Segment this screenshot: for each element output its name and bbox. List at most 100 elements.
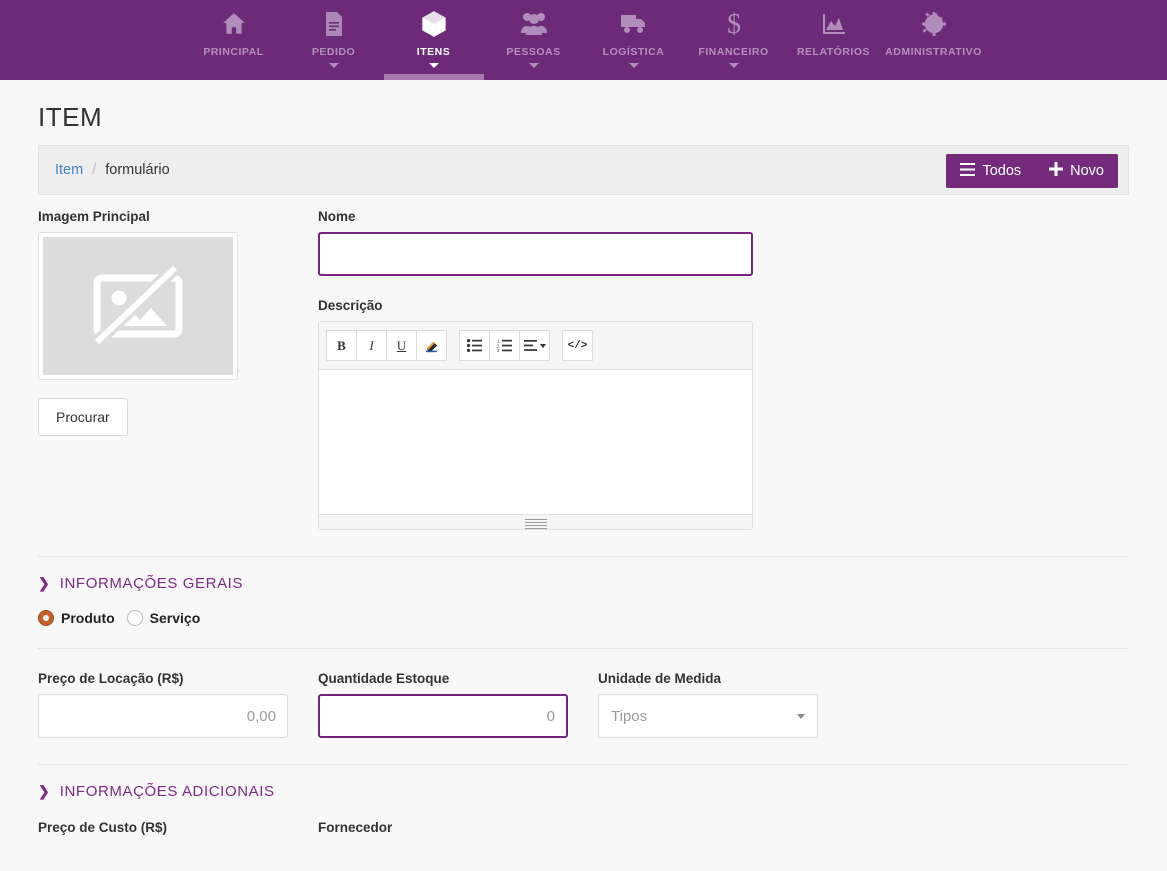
todos-button-label: Todos xyxy=(982,163,1022,179)
descricao-label: Descrição xyxy=(318,298,383,313)
preco-locacao-label: Preço de Locação (R$) xyxy=(38,671,184,686)
unidade-medida-label: Unidade de Medida xyxy=(598,671,722,686)
svg-text:3: 3 xyxy=(497,348,500,352)
adicionais-fields-row: Preço de Custo (R$) Fornecedor xyxy=(38,820,1129,843)
radio-servico-label: Serviço xyxy=(149,610,201,626)
editor-text-style-group: B I U xyxy=(326,330,447,361)
ordered-list-icon[interactable]: 123 xyxy=(489,330,520,361)
eraser-icon[interactable] xyxy=(416,330,447,361)
quantidade-estoque-input[interactable] xyxy=(318,694,568,738)
quantidade-estoque-label: Quantidade Estoque xyxy=(318,671,450,686)
align-icon[interactable] xyxy=(519,330,550,361)
nav-label-logistica: LOGÍSTICA xyxy=(602,46,665,58)
todos-button[interactable]: Todos xyxy=(946,154,1036,188)
unordered-list-icon[interactable] xyxy=(459,330,490,361)
code-view-icon[interactable]: </> xyxy=(562,330,593,361)
breadcrumb-current: formulário xyxy=(105,162,170,178)
chevron-down-icon xyxy=(428,63,439,68)
chevron-down-icon xyxy=(328,63,339,68)
field-unidade-medida: Unidade de Medida Tipos xyxy=(598,671,848,738)
fornecedor-label: Fornecedor xyxy=(318,820,393,835)
preco-custo-label: Preço de Custo (R$) xyxy=(38,820,168,835)
broken-image-icon xyxy=(43,237,233,375)
dollar-icon: $ xyxy=(724,9,744,39)
page-title: ITEM xyxy=(38,102,103,132)
chevron-down-icon xyxy=(528,63,539,68)
hamburger-icon xyxy=(960,162,976,180)
radio-produto-indicator xyxy=(38,610,54,626)
nav-label-pessoas: PESSOAS xyxy=(506,46,561,58)
breadcrumb-root-link[interactable]: Item xyxy=(55,162,83,178)
descricao-editor: B I U 123 </> xyxy=(318,321,753,530)
people-icon xyxy=(520,9,548,39)
field-quantidade-estoque: Quantidade Estoque xyxy=(318,671,568,738)
unidade-medida-select[interactable]: Tipos xyxy=(598,694,818,738)
section-divider-fields xyxy=(38,648,1129,649)
chart-icon xyxy=(821,9,847,39)
underline-icon[interactable]: U xyxy=(386,330,417,361)
gear-icon xyxy=(921,9,947,39)
editor-list-group: 123 xyxy=(459,330,550,361)
main-navigation: PRINCIPAL PEDIDO ITENS PESSOAS LOGÍSTICA… xyxy=(0,0,1167,80)
primary-form-row: Imagem Principal Procurar Nome Descrição xyxy=(38,195,1129,530)
nav-label-administrativo: ADMINISTRATIVO xyxy=(885,46,982,58)
field-preco-custo: Preço de Custo (R$) xyxy=(38,820,288,843)
section-title-gerais: INFORMAÇÕES GERAIS xyxy=(59,575,244,592)
editor-code-group: </> xyxy=(562,330,593,361)
nav-item-relatorios[interactable]: RELATÓRIOS xyxy=(784,0,884,80)
descricao-textarea[interactable] xyxy=(319,370,752,514)
nav-label-pedido: PEDIDO xyxy=(311,46,356,58)
cube-icon xyxy=(420,9,448,39)
nav-item-financeiro[interactable]: $ FINANCEIRO xyxy=(684,0,784,80)
chevron-down-icon xyxy=(539,343,546,348)
nome-input[interactable] xyxy=(318,232,753,276)
nav-label-relatorios: RELATÓRIOS xyxy=(796,46,871,58)
bold-icon[interactable]: B xyxy=(326,330,357,361)
active-tab-indicator xyxy=(383,74,484,80)
gerais-fields-row: Preço de Locação (R$) Quantidade Estoque… xyxy=(38,671,1129,738)
plus-icon xyxy=(1049,162,1064,180)
resize-grip-icon xyxy=(524,518,547,529)
chevron-down-icon xyxy=(628,63,639,68)
chevron-right-icon: ❯ xyxy=(38,783,50,799)
chevron-right-icon: ❯ xyxy=(38,575,50,591)
editor-toolbar: B I U 123 </> xyxy=(319,322,752,370)
nav-label-financeiro: FINANCEIRO xyxy=(698,46,769,58)
main-fields-column: Nome Descrição B I U 1 2 3 </> xyxy=(318,209,1129,530)
image-preview-frame[interactable] xyxy=(38,232,238,380)
procurar-button[interactable]: Procurar xyxy=(38,398,128,436)
unidade-medida-selected-value: Tipos xyxy=(611,707,648,725)
chevron-down-icon xyxy=(797,713,805,719)
truck-icon xyxy=(620,9,648,39)
home-icon xyxy=(221,9,247,39)
breadcrumb-separator: / xyxy=(92,162,97,178)
nav-item-pessoas[interactable]: PESSOAS xyxy=(484,0,584,80)
svg-text:$: $ xyxy=(727,9,741,39)
radio-produto-label: Produto xyxy=(61,610,115,626)
imagem-principal-label: Imagem Principal xyxy=(38,209,150,224)
field-fornecedor: Fornecedor xyxy=(318,820,568,843)
nav-item-itens[interactable]: ITENS xyxy=(383,0,484,80)
chevron-down-icon xyxy=(728,63,739,68)
section-header-informacoes-gerais[interactable]: ❯ INFORMAÇÕES GERAIS xyxy=(38,557,1129,592)
nav-label-itens: ITENS xyxy=(416,46,451,58)
radio-option-produto[interactable]: Produto xyxy=(38,610,115,626)
novo-button-label: Novo xyxy=(1070,163,1104,179)
section-header-informacoes-adicionais[interactable]: ❯ INFORMAÇÕES ADICIONAIS xyxy=(38,765,1129,800)
nav-item-administrativo[interactable]: ADMINISTRATIVO xyxy=(884,0,984,80)
radio-servico-indicator xyxy=(126,610,143,626)
page-content: ITEM Item / formulário Todos Novo Imagem… xyxy=(0,102,1167,843)
field-preco-locacao: Preço de Locação (R$) xyxy=(38,671,288,738)
breadcrumb-actions: Todos Novo xyxy=(946,154,1118,188)
nav-item-pedido[interactable]: PEDIDO xyxy=(284,0,384,80)
nome-label: Nome xyxy=(318,209,356,224)
nav-item-logistica[interactable]: LOGÍSTICA xyxy=(584,0,684,80)
editor-resize-handle[interactable] xyxy=(319,514,752,529)
nav-item-principal[interactable]: PRINCIPAL xyxy=(184,0,284,80)
preco-locacao-input[interactable] xyxy=(38,694,288,738)
breadcrumb: Item / formulário Todos Novo xyxy=(38,145,1129,195)
italic-icon[interactable]: I xyxy=(356,330,387,361)
novo-button[interactable]: Novo xyxy=(1035,154,1118,188)
radio-option-servico[interactable]: Serviço xyxy=(126,610,201,626)
document-icon xyxy=(322,9,346,39)
